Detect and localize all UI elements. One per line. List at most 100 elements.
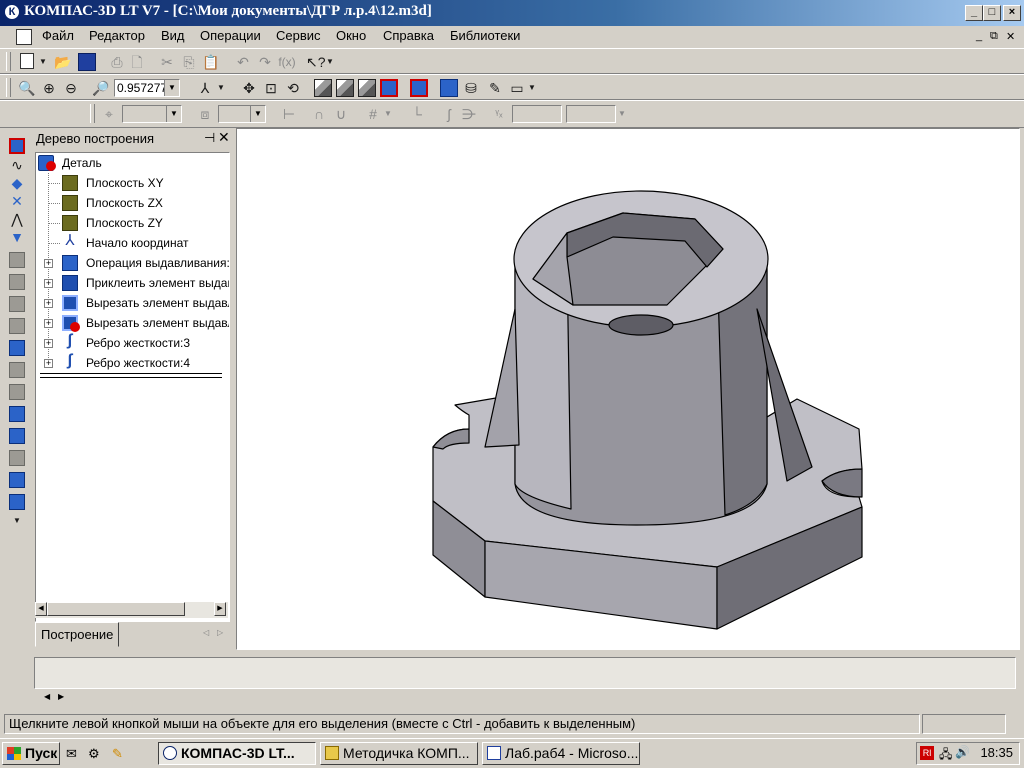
copy-icon[interactable]: ⎘ xyxy=(180,53,198,71)
zoom-out-icon[interactable]: ⊖ xyxy=(62,79,80,97)
loft-op-icon[interactable] xyxy=(9,318,25,334)
style-combo[interactable]: ▼ xyxy=(218,105,266,123)
parametric-icon[interactable]: ⋺ xyxy=(460,105,478,123)
clock[interactable]: 18:35 xyxy=(980,745,1013,760)
doc-restore-icon[interactable]: ⧉ xyxy=(990,30,998,43)
print-preview-icon[interactable]: 🗋 xyxy=(128,53,146,71)
expand-icon[interactable]: + xyxy=(44,359,53,368)
zoom-dropdown-icon[interactable]: ▼ xyxy=(164,80,179,96)
hole-icon[interactable] xyxy=(9,384,25,400)
tab-build[interactable]: Построение xyxy=(35,622,119,647)
toolbar-grip[interactable] xyxy=(6,52,11,71)
menu-help[interactable]: Справка xyxy=(383,28,434,43)
more-tools-arrow-icon[interactable]: ▼ xyxy=(9,512,25,528)
properties-icon[interactable]: ⛁ xyxy=(462,79,480,97)
tree-horizontal-scrollbar[interactable]: ◀ ▶ xyxy=(35,602,228,618)
scroll-thumb[interactable] xyxy=(47,602,185,616)
property-next-icon[interactable]: ▶ xyxy=(58,692,64,701)
snap-point-icon[interactable]: ⌖ xyxy=(100,105,118,123)
title-bar[interactable]: К КОМПАС-3D LT V7 - [C:\Мои документы\ДГ… xyxy=(0,0,1024,26)
coord-x-field[interactable] xyxy=(512,105,562,123)
pin-icon[interactable]: ⊣ xyxy=(204,130,215,146)
coord-dropdown-icon[interactable]: ▼ xyxy=(618,105,626,123)
toolbar-grip[interactable] xyxy=(6,78,11,97)
help-dropdown-icon[interactable]: ▼ xyxy=(326,53,334,71)
hidden-lines-icon[interactable] xyxy=(336,79,354,97)
section-tool-icon[interactable] xyxy=(9,472,25,488)
quicklaunch-pencil-icon[interactable]: ✎ xyxy=(112,746,123,762)
array-icon[interactable] xyxy=(9,494,25,510)
menu-view[interactable]: Вид xyxy=(161,28,185,43)
fillet-icon[interactable] xyxy=(9,340,25,356)
zoom-window-icon[interactable]: 🔍 xyxy=(18,79,36,97)
rib-tool-icon[interactable] xyxy=(9,406,25,422)
menu-service[interactable]: Сервис xyxy=(276,28,321,43)
tray-network-icon[interactable]: 🖧 xyxy=(939,745,952,766)
task-word[interactable]: Лаб.раб4 - Microso... xyxy=(482,742,640,765)
undo-icon[interactable]: ↶ xyxy=(234,53,252,71)
grid-icon[interactable]: # xyxy=(364,105,382,123)
paste-icon[interactable]: 📋 xyxy=(202,53,220,71)
kompas-app-icon[interactable]: К xyxy=(4,4,20,20)
chamfer-icon[interactable] xyxy=(9,362,25,378)
show-all-icon[interactable]: ⊡ xyxy=(262,79,280,97)
expand-icon[interactable]: + xyxy=(44,339,53,348)
redo-icon[interactable]: ↷ xyxy=(256,53,274,71)
start-button[interactable]: Пуск xyxy=(2,742,60,765)
save-icon[interactable] xyxy=(78,53,96,71)
round-icon[interactable]: ʃ xyxy=(440,105,458,123)
display-dropdown-icon[interactable]: ▼ xyxy=(528,79,536,97)
coord-y-field[interactable] xyxy=(566,105,616,123)
surfaces-icon[interactable]: ◆ xyxy=(9,174,25,191)
expand-icon[interactable]: + xyxy=(44,259,53,268)
hidden-lines-thin-icon[interactable] xyxy=(358,79,376,97)
menu-window[interactable]: Окно xyxy=(336,28,366,43)
document-menu-icon[interactable] xyxy=(16,29,32,45)
auxiliary-geometry-icon[interactable]: ✕ xyxy=(9,192,25,209)
layer-icon[interactable]: ⧈ xyxy=(196,105,214,123)
filter-icon[interactable]: ▼ xyxy=(9,228,25,245)
shaded-icon[interactable] xyxy=(380,79,398,97)
zoom-in-icon[interactable]: ⊕ xyxy=(40,79,58,97)
open-folder-icon[interactable]: 📂 xyxy=(54,53,72,71)
section-icon[interactable] xyxy=(440,79,458,97)
local-cs-icon[interactable]: ⊢ xyxy=(280,105,298,123)
display-options-icon[interactable]: ▭ xyxy=(508,79,526,97)
magnet-icon[interactable]: ∩ xyxy=(310,105,328,123)
rotate-op-icon[interactable] xyxy=(9,274,25,290)
cursor-coord-icon[interactable]: ᵞₓ xyxy=(490,105,508,123)
edit-sketch-icon[interactable]: ✎ xyxy=(486,79,504,97)
ortho-icon[interactable]: └ xyxy=(408,105,426,123)
shell-icon[interactable] xyxy=(9,428,25,444)
print-icon[interactable]: ⎙ xyxy=(108,53,126,71)
close-button[interactable]: × xyxy=(1003,5,1021,21)
task-kompas[interactable]: КОМПАС-3D LT... xyxy=(158,742,316,765)
extrude-op-icon[interactable] xyxy=(9,252,25,268)
style-dropdown-icon[interactable]: ▼ xyxy=(250,106,265,122)
layer-combo[interactable]: ▼ xyxy=(122,105,182,123)
scroll-left-icon[interactable]: ◀ xyxy=(35,602,47,616)
menu-libraries[interactable]: Библиотеки xyxy=(450,28,520,43)
property-bar[interactable] xyxy=(34,657,1016,689)
expand-icon[interactable]: + xyxy=(44,319,53,328)
help-pointer-icon[interactable]: ↖? xyxy=(306,53,326,71)
measure-icon[interactable]: ⋀ xyxy=(9,210,25,227)
menu-file[interactable]: Файл xyxy=(42,28,74,43)
property-prev-icon[interactable]: ◀ xyxy=(44,692,50,701)
snap-off-icon[interactable]: ∪ xyxy=(332,105,350,123)
task-methodichka[interactable]: Методичка КОМП... xyxy=(320,742,478,765)
doc-minimize-icon[interactable]: _ xyxy=(976,30,982,42)
part-3d-model[interactable] xyxy=(237,129,1019,649)
cut-icon[interactable]: ✂ xyxy=(158,53,176,71)
slope-icon[interactable] xyxy=(9,450,25,466)
toolbar-grip[interactable] xyxy=(90,104,95,123)
language-indicator[interactable]: Rl xyxy=(920,746,934,760)
rotate-icon[interactable]: ⟲ xyxy=(284,79,302,97)
zoom-scale-combo[interactable]: 0.957277 ▼ xyxy=(114,79,180,97)
expand-icon[interactable]: + xyxy=(44,279,53,288)
model-viewport[interactable] xyxy=(236,128,1020,650)
edit-part-icon[interactable] xyxy=(9,138,25,154)
layer-dropdown-icon[interactable]: ▼ xyxy=(166,106,181,122)
kinematic-op-icon[interactable] xyxy=(9,296,25,312)
menu-editor[interactable]: Редактор xyxy=(89,28,145,43)
